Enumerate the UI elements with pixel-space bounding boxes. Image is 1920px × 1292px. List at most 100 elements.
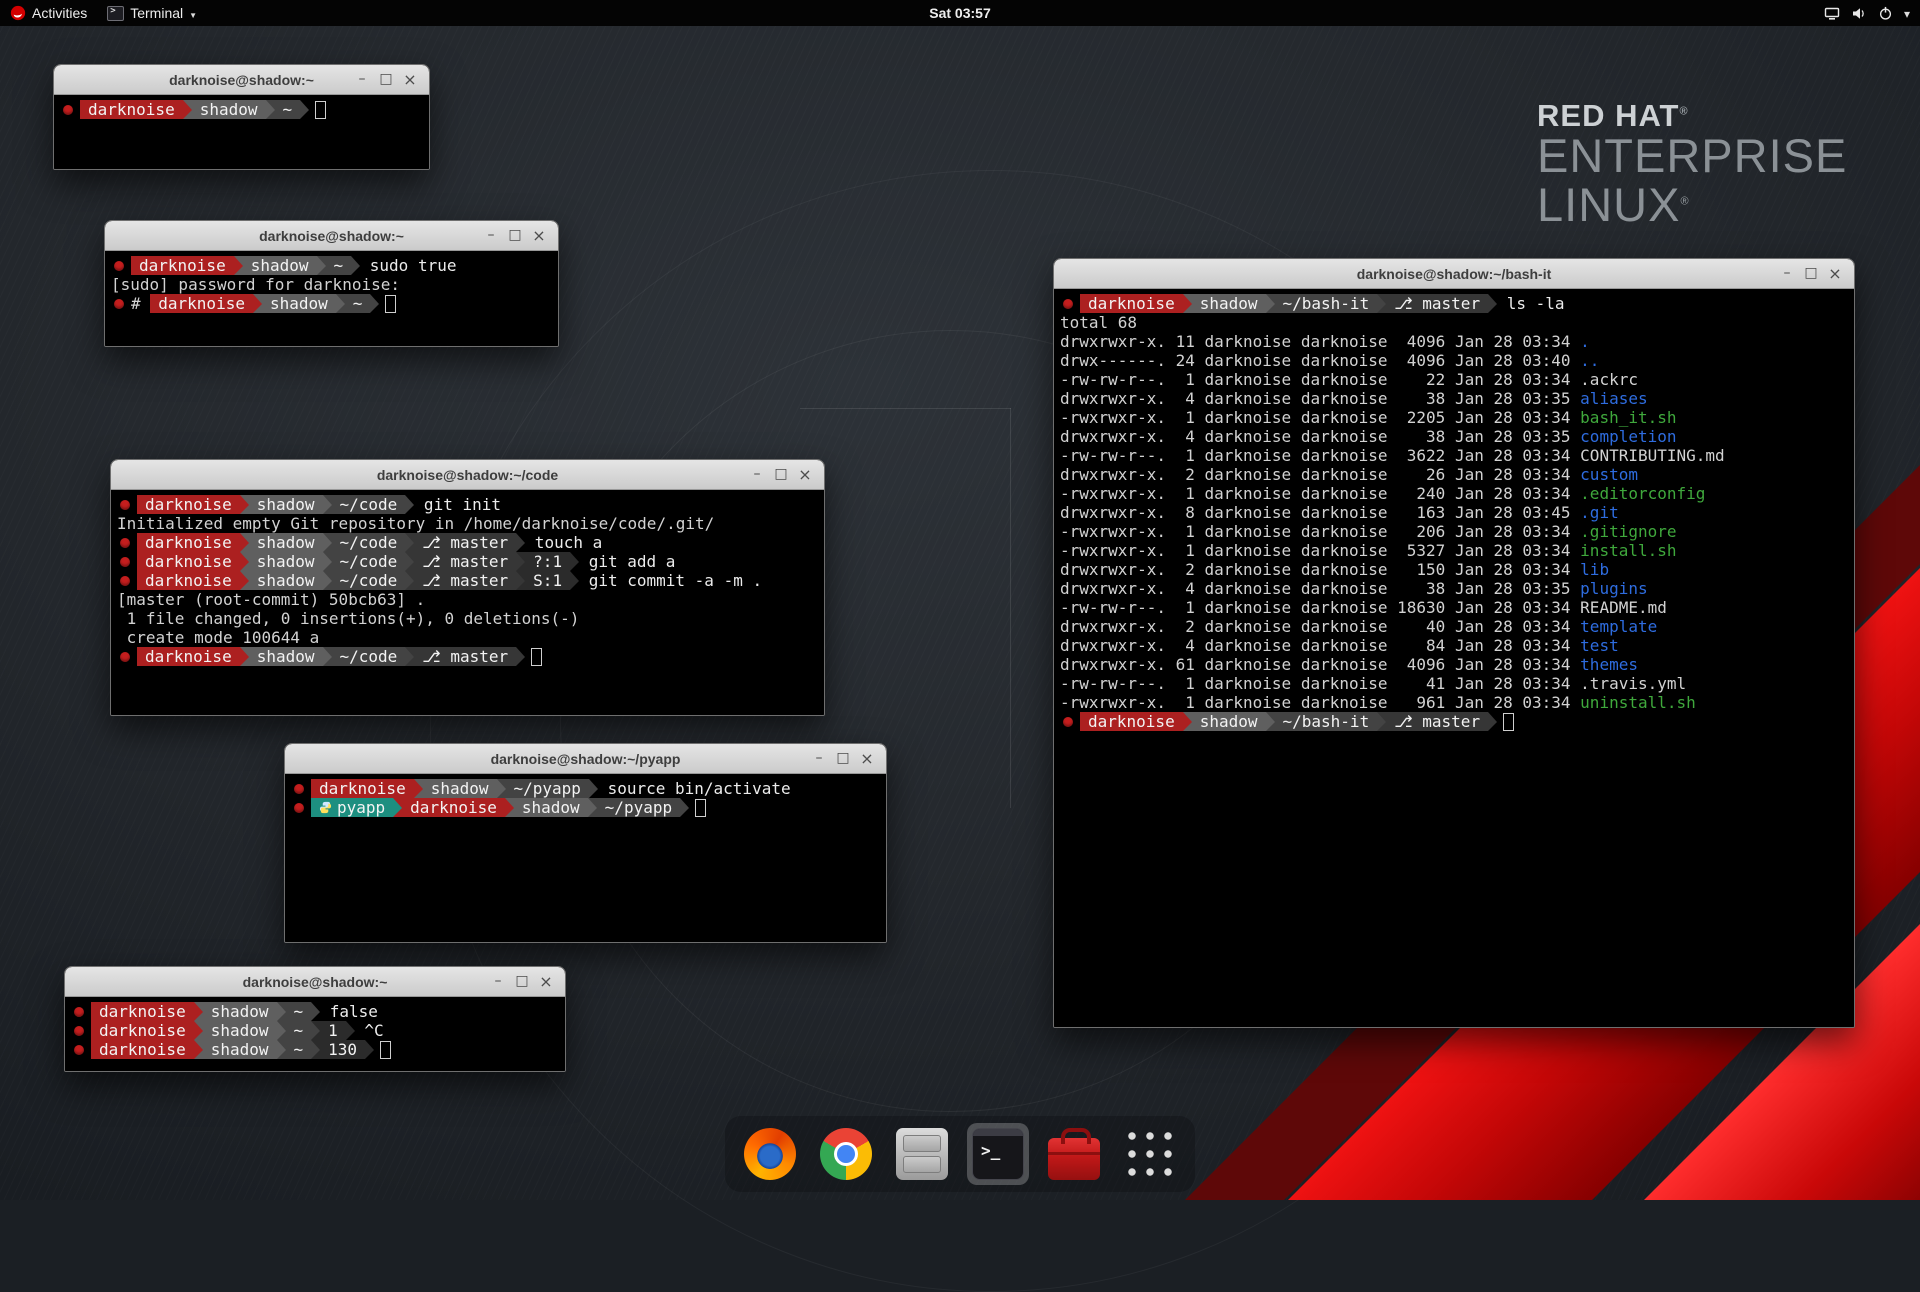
- clock[interactable]: Sat 03:57: [929, 5, 990, 21]
- maximize-button[interactable]: □: [511, 967, 533, 996]
- titlebar[interactable]: darknoise@shadow:~–□×: [65, 967, 565, 997]
- prompt-segment-label: shadow: [257, 552, 315, 571]
- titlebar[interactable]: darknoise@shadow:~/pyapp–□×: [285, 744, 886, 774]
- terminal-content[interactable]: darknoiseshadow~/pyapp source bin/activa…: [285, 774, 886, 942]
- maximize-button[interactable]: □: [1800, 259, 1822, 288]
- powerline-arrow-icon: [1377, 294, 1386, 313]
- powerline-arrow-icon: [194, 1002, 203, 1021]
- terminal-line: 1 file changed, 0 insertions(+), 0 delet…: [117, 609, 818, 628]
- dock-files-button[interactable]: [891, 1123, 953, 1185]
- close-button[interactable]: ×: [399, 65, 421, 94]
- maximize-button[interactable]: □: [770, 460, 792, 489]
- terminal-text: git add a: [579, 552, 675, 571]
- titlebar[interactable]: darknoise@shadow:~/code–□×: [111, 460, 824, 490]
- terminal-content[interactable]: darknoiseshadow~/code git initInitialize…: [111, 490, 824, 715]
- prompt-segment-red: darknoise: [1080, 712, 1183, 731]
- dock-terminal-button[interactable]: [967, 1123, 1029, 1185]
- maximize-button[interactable]: □: [832, 744, 854, 773]
- terminal-text: lib: [1580, 560, 1609, 579]
- terminal-text: -rwxrwxr-x. 1 darknoise darknoise 2205 J…: [1060, 408, 1580, 427]
- system-status-area[interactable]: [1824, 0, 1920, 26]
- close-button[interactable]: ×: [535, 967, 557, 996]
- terminal-line: drwxrwxr-x. 2 darknoise darknoise 40 Jan…: [1060, 617, 1848, 636]
- minimize-button[interactable]: –: [808, 744, 830, 773]
- powerline-arrow-icon: [194, 1040, 203, 1059]
- prompt-segment-gray: shadow: [249, 552, 323, 571]
- terminal-text: touch a: [525, 533, 602, 552]
- terminal-content[interactable]: darknoiseshadow~ sudo true[sudo] passwor…: [105, 251, 558, 346]
- terminal-text: ..: [1580, 351, 1599, 370]
- prompt-segment-path: ~: [275, 100, 301, 119]
- prompt-distro-icon: [63, 105, 73, 115]
- terminal-line: drwxrwxr-x. 2 darknoise darknoise 26 Jan…: [1060, 465, 1848, 484]
- terminal-text: #: [131, 294, 150, 313]
- prompt-segment-label: shadow: [211, 1021, 269, 1040]
- terminal-content[interactable]: darknoiseshadow~: [54, 95, 429, 169]
- terminal-line: darknoiseshadow~/pyapp source bin/activa…: [291, 779, 880, 798]
- terminal-text: drwxrwxr-x. 4 darknoise darknoise 38 Jan…: [1060, 579, 1580, 598]
- power-icon: [1878, 6, 1893, 21]
- terminal-text: themes: [1580, 655, 1638, 674]
- powerline-arrow-icon: [323, 571, 332, 590]
- dock-toolbox-button[interactable]: [1043, 1123, 1105, 1185]
- dock-chrome-button[interactable]: [815, 1123, 877, 1185]
- terminal-window-home-2[interactable]: darknoise@shadow:~–□×darknoiseshadow~ fa…: [64, 966, 566, 1072]
- minimize-button[interactable]: –: [351, 65, 373, 94]
- terminal-window-sudo[interactable]: darknoise@shadow:~–□×darknoiseshadow~ su…: [104, 220, 559, 347]
- close-button[interactable]: ×: [856, 744, 878, 773]
- minimize-button[interactable]: –: [746, 460, 768, 489]
- terminal-text: drwxrwxr-x. 4 darknoise darknoise 38 Jan…: [1060, 389, 1580, 408]
- prompt-segment-label: ~/bash-it: [1283, 712, 1370, 731]
- minimize-button[interactable]: –: [480, 221, 502, 250]
- terminal-line: [master (root-commit) 50bcb63] .: [117, 590, 818, 609]
- terminal-window-bash-it[interactable]: darknoise@shadow:~/bash-it–□×darknoisesh…: [1053, 258, 1855, 1028]
- prompt-segment-label: shadow: [257, 571, 315, 590]
- titlebar[interactable]: darknoise@shadow:~–□×: [54, 65, 429, 95]
- minimize-button[interactable]: –: [487, 967, 509, 996]
- close-button[interactable]: ×: [528, 221, 550, 250]
- terminal-content[interactable]: darknoiseshadow~ falsedarknoiseshadow~1 …: [65, 997, 565, 1071]
- terminal-line: darknoiseshadow~/code⎇ masterS:1 git com…: [117, 571, 818, 590]
- terminal-text: git commit -a -m .: [579, 571, 762, 590]
- app-menu-terminal[interactable]: Terminal: [97, 0, 207, 26]
- powerline-arrow-icon: [405, 571, 414, 590]
- terminal-window-pyapp[interactable]: darknoise@shadow:~/pyapp–□× darknoiseshad…: [284, 743, 887, 943]
- terminal-window-code[interactable]: darknoise@shadow:~/code–□× darknoiseshado…: [110, 459, 825, 716]
- powerline-arrow-icon: [1183, 712, 1192, 731]
- powerline-arrow-icon: [570, 571, 579, 590]
- prompt-segment-label: shadow: [257, 495, 315, 514]
- prompt-segment-status: 1: [320, 1021, 346, 1040]
- minimize-button[interactable]: –: [1776, 259, 1798, 288]
- maximize-button[interactable]: □: [375, 65, 397, 94]
- prompt-distro-icon: [120, 652, 130, 662]
- prompt-segment-status: ?:1: [525, 552, 570, 571]
- titlebar[interactable]: darknoise@shadow:~–□×: [105, 221, 558, 251]
- terminal-text: Initialized empty Git repository in /hom…: [117, 514, 714, 533]
- window-title: darknoise@shadow:~/pyapp: [285, 751, 886, 767]
- close-button[interactable]: ×: [794, 460, 816, 489]
- terminal-text: create mode 100644 a: [117, 628, 319, 647]
- prompt-distro-icon: [120, 500, 130, 510]
- terminal-line: pyappdarknoiseshadow~/pyapp: [291, 798, 880, 817]
- maximize-button[interactable]: □: [504, 221, 526, 250]
- activities-button[interactable]: Activities: [0, 0, 97, 26]
- terminal-content[interactable]: darknoiseshadow~/bash-it⎇ master ls -lat…: [1054, 289, 1854, 1027]
- dock-firefox-button[interactable]: [739, 1123, 801, 1185]
- prompt-segment-label: ~/code: [340, 647, 398, 666]
- terminal-text: drwxrwxr-x. 4 darknoise darknoise 84 Jan…: [1060, 636, 1580, 655]
- prompt-segment-label: 130: [328, 1040, 357, 1059]
- powerline-arrow-icon: [570, 552, 579, 571]
- app-menu-label: Terminal: [130, 5, 183, 21]
- window-controls: –□×: [1776, 259, 1854, 288]
- terminal-window-home-1[interactable]: darknoise@shadow:~–□×darknoiseshadow~: [53, 64, 430, 170]
- titlebar[interactable]: darknoise@shadow:~/bash-it–□×: [1054, 259, 1854, 289]
- window-title: darknoise@shadow:~/bash-it: [1054, 266, 1854, 282]
- terminal-line: darknoiseshadow~/code⎇ master: [117, 647, 818, 666]
- close-button[interactable]: ×: [1824, 259, 1846, 288]
- terminal-text: .git: [1580, 503, 1619, 522]
- prompt-segment-label: shadow: [251, 256, 309, 275]
- dock-app-grid-button[interactable]: [1119, 1123, 1181, 1185]
- prompt-segment-label: ⎇ master: [422, 533, 508, 552]
- prompt-segment-path: ~/bash-it: [1275, 712, 1378, 731]
- prompt-segment-gray: shadow: [249, 571, 323, 590]
